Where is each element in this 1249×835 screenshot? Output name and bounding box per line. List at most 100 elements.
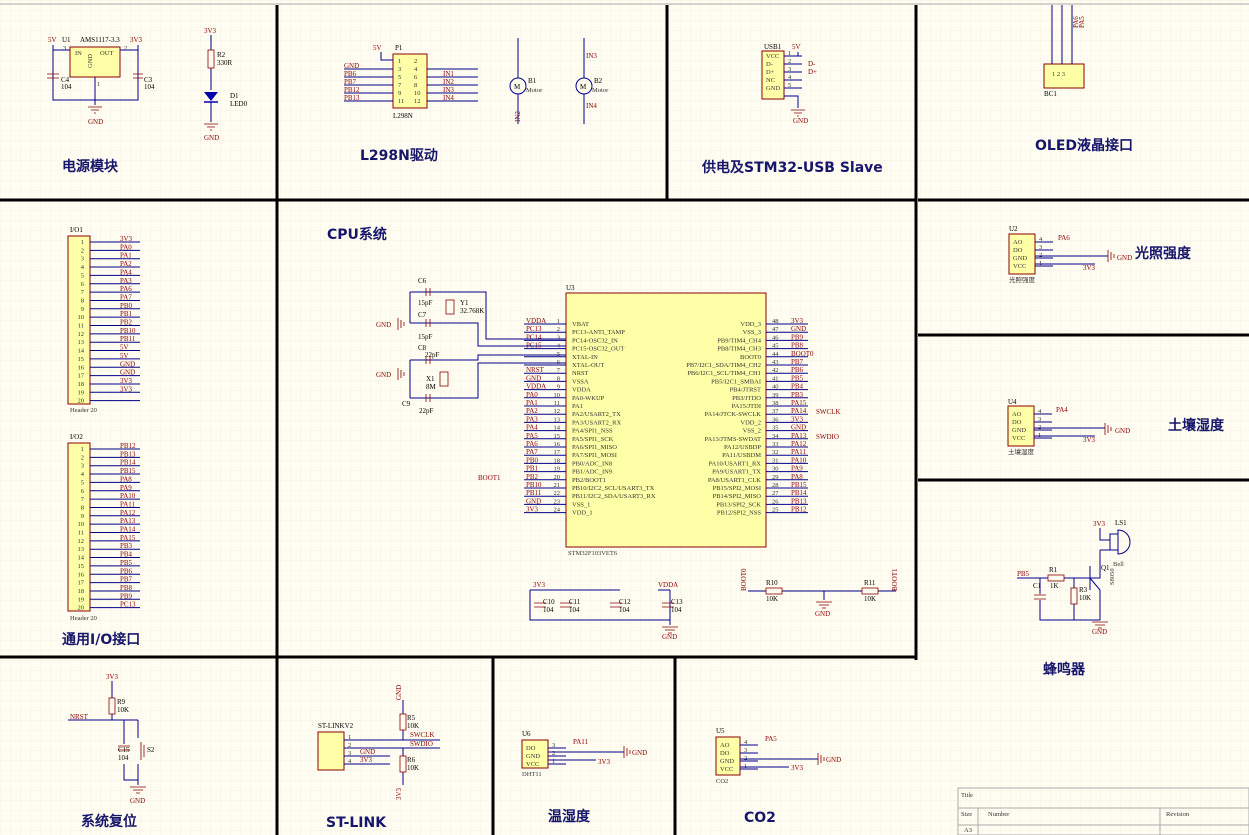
- io-pin-net: PB12: [120, 442, 136, 450]
- cpu-pin-number: 3: [557, 334, 560, 341]
- cpu-pin-net: PA5: [526, 432, 538, 440]
- cpu-pin-name: PA8/USART1_CLK: [708, 477, 761, 484]
- cpu-pin-number: 22: [554, 490, 561, 497]
- io-pin-number: 17: [78, 580, 85, 587]
- cpu-pin-net: PA2: [526, 407, 538, 415]
- title-oled: OLED液晶接口: [1035, 137, 1133, 154]
- cap-ref: C12: [619, 598, 631, 606]
- cap-ref: C13: [671, 598, 683, 606]
- io-pin-net: PA12: [120, 509, 136, 517]
- title-power: 电源模块: [62, 158, 119, 175]
- io-pin-number: 10: [78, 521, 85, 528]
- cpu-pin-number: 8: [557, 375, 560, 382]
- io-pin-number: 13: [78, 339, 85, 346]
- u1-pin3: 3: [63, 45, 66, 52]
- sensor-pin-name: GND: [1012, 427, 1026, 434]
- motor-in3: IN3: [586, 52, 597, 60]
- cpu-pin-name: PA10/USART1_RX: [709, 460, 762, 467]
- cpu-pin-number: 29: [772, 474, 779, 481]
- u1-pin2: 2: [124, 45, 127, 52]
- stlink-swclk: SWCLK: [410, 731, 435, 739]
- light-pa6: PA6: [1058, 234, 1070, 242]
- io-pin-net: PB5: [120, 559, 133, 567]
- io-pin-net: PA2: [120, 260, 132, 268]
- r10-ref: R10: [766, 579, 778, 587]
- io-pin-net: PA11: [120, 500, 136, 508]
- humidity-gnd: GND: [632, 749, 647, 757]
- dec-gnd: GND: [662, 633, 677, 641]
- cpu-pin-number: 37: [772, 408, 779, 415]
- cpu-pin-number: 42: [772, 367, 779, 374]
- io-pin-net: PB13: [120, 450, 136, 458]
- io-pin-net: PB0: [120, 302, 133, 310]
- io-pin-number: 20: [78, 398, 85, 405]
- sensor-pin-name: NC: [766, 77, 775, 84]
- io-pin-number: 11: [78, 323, 84, 330]
- cpu-pin-name: PB9/TIM4_CH4: [717, 337, 761, 344]
- r1-ref: R1: [1049, 566, 1058, 574]
- cpu-gnd-2: GND: [376, 371, 391, 379]
- cpu-pin-name: VDD_1: [572, 510, 593, 517]
- r10-value: 10K: [766, 595, 778, 603]
- y1-ref: Y1: [460, 299, 469, 307]
- cpu-pin-net: GND: [526, 374, 541, 382]
- cpu-pin-net: PB10: [526, 481, 542, 489]
- title-io: 通用I/O接口: [62, 631, 140, 648]
- io-pin-number: 5: [81, 272, 84, 279]
- cpu-pin-number: 17: [554, 449, 561, 456]
- usb-dm: D-: [808, 60, 816, 68]
- sensor-pin-name: VCC: [1012, 435, 1025, 442]
- io-pin-number: 12: [78, 331, 85, 338]
- cpu-pin-number: 15: [554, 433, 561, 440]
- cpu-pin-net: PA8: [791, 473, 803, 481]
- u5-ref: U5: [716, 727, 725, 735]
- sensor-pin-name: D+: [766, 69, 775, 76]
- led-3v3: 3V3: [204, 27, 217, 35]
- cpu-pin-number: 41: [772, 375, 779, 382]
- io-pin-net: PB2: [120, 319, 133, 327]
- power-3v3-net: 3V3: [130, 36, 143, 44]
- io-pin-number: 16: [78, 364, 85, 371]
- r2-ref: R2: [217, 51, 226, 59]
- cpu-pin-net: PA7: [526, 448, 538, 456]
- cpu-pin-net: PC14: [526, 333, 542, 341]
- x1-value: 8M: [426, 383, 437, 391]
- l298n-pin-number: 3: [398, 66, 401, 73]
- io-pin-net: PB9: [120, 592, 133, 600]
- sensor-pin-name: GND: [720, 758, 734, 765]
- dec-3v3: 3V3: [533, 581, 546, 589]
- cpu-pin-net: 3V3: [526, 506, 539, 514]
- reset-nrst: NRST: [70, 713, 89, 721]
- io-pin-number: 16: [78, 571, 85, 578]
- io-pin-net: PA13: [120, 517, 136, 525]
- io-pin-net: PA6: [120, 285, 132, 293]
- io-pin-net: PB6: [120, 567, 133, 575]
- io-pin-number: 9: [81, 306, 84, 313]
- cpu-pin-number: 31: [772, 457, 779, 464]
- r6-ref: R6: [407, 756, 416, 764]
- io-pin-net: PB7: [120, 576, 133, 584]
- cpu-pin-name: PB4/JTRST: [730, 387, 761, 394]
- c15-ref: C15: [118, 746, 130, 754]
- sensor-pin-name: DO: [720, 750, 730, 757]
- cpu-pin-net: PB3: [791, 391, 804, 399]
- io2-ref: I/O2: [70, 433, 83, 441]
- u3-part: STM32F103VET6: [568, 550, 618, 557]
- usb-dp: D+: [808, 68, 817, 76]
- cpu-pin-name: PA2/USART2_TX: [572, 411, 621, 418]
- io-pin-number: 3: [81, 463, 84, 470]
- cpu-pin-net: PB7: [791, 358, 804, 366]
- cpu-pin-number: 18: [554, 457, 561, 464]
- sensor-pin-name: VCC: [526, 761, 539, 768]
- io-pin-net: PB11: [120, 335, 136, 343]
- io-pin-net: 3V3: [120, 377, 133, 385]
- s2-ref: S2: [147, 746, 155, 754]
- io-pin-number: 2: [81, 454, 84, 461]
- r1-value: 1K: [1050, 582, 1059, 590]
- cpu-pin-net: PA12: [791, 440, 807, 448]
- u6-ref: U6: [522, 730, 531, 738]
- cpu-pin-number: 25: [772, 507, 779, 514]
- y1-value: 32.768K: [460, 307, 484, 315]
- cpu-pin-net: PA1: [526, 399, 538, 407]
- io1-footer: Header 20: [70, 407, 97, 414]
